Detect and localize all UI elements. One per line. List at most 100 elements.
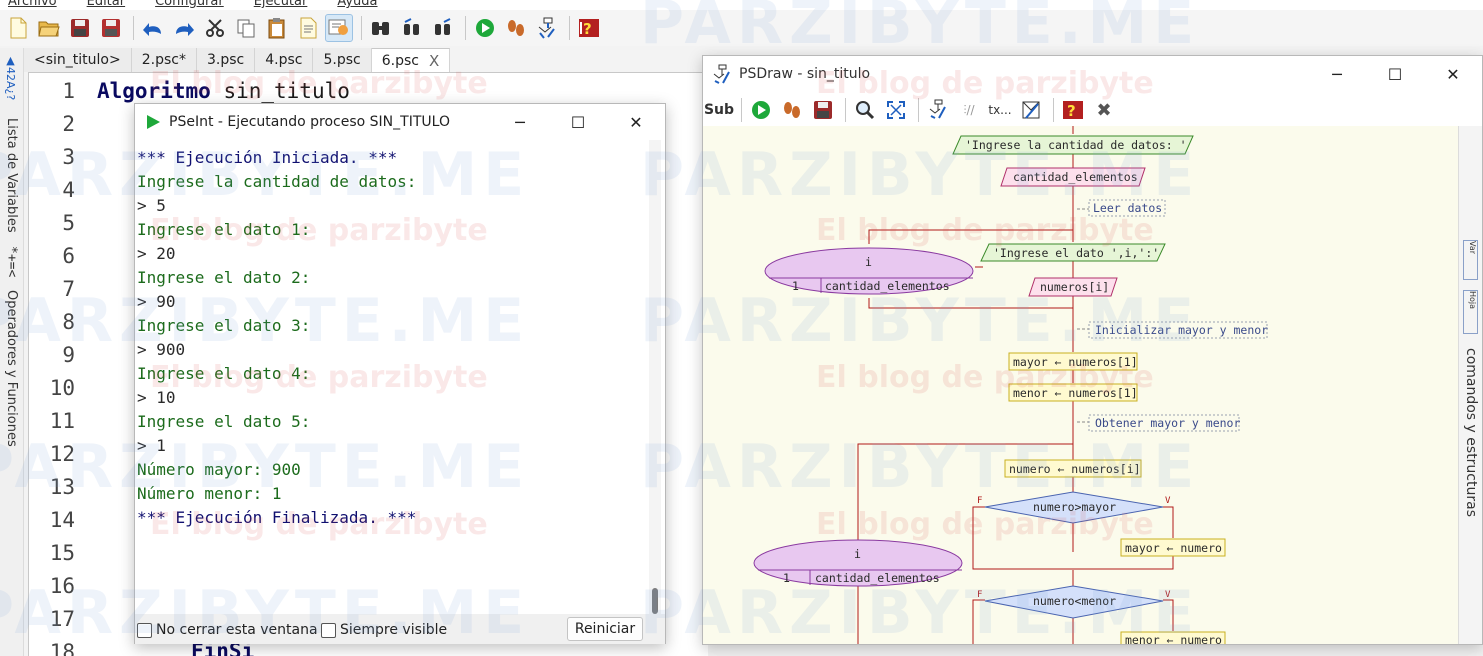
flow-assign-2-text: menor ← numeros[1] xyxy=(1013,386,1138,400)
save-icon[interactable] xyxy=(809,97,837,123)
flow-comment-2-text: Inicializar mayor y menor xyxy=(1095,323,1268,337)
flow-decision-2[interactable]: numero<menor F V xyxy=(977,585,1171,619)
fit-to-window-icon[interactable] xyxy=(882,97,910,123)
minimize-icon[interactable]: ─ xyxy=(1308,56,1366,92)
flow-then-1[interactable]: mayor ← numero xyxy=(1120,538,1226,557)
tab-3-psc[interactable]: 3.psc xyxy=(196,48,256,72)
flow-loop-1-var: i xyxy=(865,255,872,269)
side-panel-icon[interactable]: ▲42A¿? xyxy=(4,54,17,100)
tab-label: 2.psc* xyxy=(141,52,186,68)
menu-configurar[interactable]: Configurar xyxy=(155,0,224,9)
commands-structures-tab[interactable]: comandos y estructuras xyxy=(1463,348,1479,517)
flow-assign-2[interactable]: menor ← numeros[1] xyxy=(1008,383,1138,402)
tab-2-psc[interactable]: 2.psc* xyxy=(131,48,197,72)
sheet-tab[interactable]: Hoja xyxy=(1463,290,1478,334)
console-output[interactable]: *** Ejecución Iniciada. *** Ingrese la c… xyxy=(135,140,647,614)
console-line: *** Ejecución Finalizada. *** xyxy=(137,508,417,527)
menu-editar[interactable]: Editar xyxy=(87,0,126,9)
tab-label: <sin_titulo> xyxy=(34,52,121,68)
restart-button[interactable]: Reiniciar xyxy=(567,617,643,641)
variables-tab[interactable]: Var xyxy=(1463,240,1478,280)
toolbar-separator xyxy=(845,98,846,122)
step-by-step-icon[interactable] xyxy=(778,97,806,123)
maximize-icon[interactable]: ☐ xyxy=(549,104,607,140)
help-icon[interactable]: ? xyxy=(1059,97,1087,123)
copy-icon[interactable] xyxy=(232,14,260,42)
menu-archivo[interactable]: Archivo xyxy=(8,0,57,9)
tab-4-psc[interactable]: 4.psc xyxy=(255,48,314,72)
maximize-icon[interactable]: ☐ xyxy=(1366,56,1424,92)
run-icon[interactable] xyxy=(747,97,775,123)
open-folder-icon[interactable] xyxy=(35,14,63,42)
menu-ejecutar[interactable]: Ejecutar xyxy=(254,0,308,9)
close-panel-icon[interactable]: ✖ xyxy=(1090,97,1118,123)
flow-input-1[interactable]: cantidad_elementos xyxy=(1000,167,1146,187)
flow-decision-1[interactable]: numero>mayor F V xyxy=(977,491,1171,524)
minimize-icon[interactable]: ─ xyxy=(491,104,549,140)
line-number: 15 xyxy=(49,541,75,565)
console-line: Ingrese la cantidad de datos: xyxy=(137,172,417,191)
flow-output-2[interactable]: 'Ingrese el dato ',i,':' xyxy=(980,243,1166,262)
find-icon[interactable] xyxy=(367,14,395,42)
flow-assign-3[interactable]: numero ← numeros[i] xyxy=(1004,459,1142,478)
flow-comment-2[interactable]: Inicializar mayor y menor xyxy=(1088,321,1268,339)
format-icon[interactable] xyxy=(294,14,322,42)
console-line: > 10 xyxy=(137,388,176,407)
variables-list-tab[interactable]: Lista de Variables xyxy=(4,118,19,233)
flow-decision-1-text: numero>mayor xyxy=(1033,500,1116,514)
cut-icon[interactable] xyxy=(201,14,229,42)
console-line: *** Ejecución Iniciada. *** xyxy=(137,148,398,167)
flow-loop-2[interactable]: i 1 cantidad_elementos xyxy=(753,539,963,587)
flow-input-2[interactable]: numeros[i] xyxy=(1028,277,1118,297)
nassi-shneiderman-icon[interactable] xyxy=(1017,97,1045,123)
find-prev-icon[interactable] xyxy=(398,14,426,42)
replace-icon[interactable] xyxy=(429,14,457,42)
checkbox-box[interactable] xyxy=(137,622,152,638)
flowchart-canvas[interactable]: 'Ingrese la cantidad de datos: ' cantida… xyxy=(703,126,1458,644)
sub-button[interactable]: Sub xyxy=(704,97,734,123)
paste-icon[interactable] xyxy=(263,14,291,42)
tab-sin-titulo[interactable]: <sin_titulo> xyxy=(24,48,132,72)
undo-icon[interactable] xyxy=(139,14,167,42)
psdraw-titlebar[interactable]: PSDraw - sin_titulo ─ ☐ ✕ xyxy=(703,56,1482,92)
comment-lines-icon[interactable] xyxy=(325,14,353,42)
true-label: V xyxy=(1165,496,1171,506)
save-icon[interactable] xyxy=(66,14,94,42)
text-toggle-button[interactable]: tx... xyxy=(986,97,1014,123)
redo-icon[interactable] xyxy=(170,14,198,42)
scrollbar-thumb[interactable] xyxy=(652,588,658,614)
checkbox-box[interactable] xyxy=(321,622,336,638)
tab-5-psc[interactable]: 5.psc xyxy=(313,48,372,72)
no-close-label: No cerrar esta ventana xyxy=(156,622,318,638)
run-icon[interactable] xyxy=(471,14,499,42)
console-line: Número mayor: 900 xyxy=(137,460,301,479)
line-number: 4 xyxy=(62,178,75,202)
always-visible-label: Siempre visible xyxy=(340,622,448,638)
line-number: 1 xyxy=(62,79,75,103)
tab-6-psc[interactable]: 6.psc X xyxy=(371,48,451,72)
new-file-icon[interactable] xyxy=(4,14,32,42)
tab-label: 6.psc xyxy=(381,52,419,69)
no-close-checkbox[interactable]: No cerrar esta ventana xyxy=(137,622,318,638)
draw-flowchart-icon[interactable] xyxy=(533,14,561,42)
console-scrollbar[interactable] xyxy=(649,140,661,614)
close-icon[interactable]: ✕ xyxy=(607,104,665,140)
flow-then-2[interactable]: menor ← numero xyxy=(1120,631,1226,644)
flow-output-1[interactable]: 'Ingrese la cantidad de datos: ' xyxy=(952,135,1194,155)
console-titlebar[interactable]: PSeInt - Ejecutando proceso SIN_TITULO ─… xyxy=(135,104,665,140)
close-tab-icon[interactable]: X xyxy=(429,52,439,70)
flow-loop-1[interactable]: i 1 cantidad_elementos xyxy=(764,247,974,295)
flowchart-style-icon[interactable] xyxy=(924,97,952,123)
operators-functions-tab[interactable]: Operadores y Funciones xyxy=(4,290,19,447)
help-icon[interactable]: ? xyxy=(575,14,603,42)
flow-comment-3[interactable]: Obtener mayor y menor xyxy=(1088,414,1240,432)
close-icon[interactable]: ✕ xyxy=(1424,56,1482,92)
always-visible-checkbox[interactable]: Siempre visible xyxy=(321,622,447,638)
save-as-icon[interactable] xyxy=(97,14,125,42)
flow-comment-1[interactable]: Leer datos xyxy=(1088,199,1166,217)
menu-ayuda[interactable]: Ayuda xyxy=(337,0,377,9)
comments-toggle-icon[interactable]: ⫶// xyxy=(955,97,983,123)
step-by-step-icon[interactable] xyxy=(502,14,530,42)
flow-assign-1[interactable]: mayor ← numeros[1] xyxy=(1008,352,1138,371)
zoom-icon[interactable] xyxy=(851,97,879,123)
